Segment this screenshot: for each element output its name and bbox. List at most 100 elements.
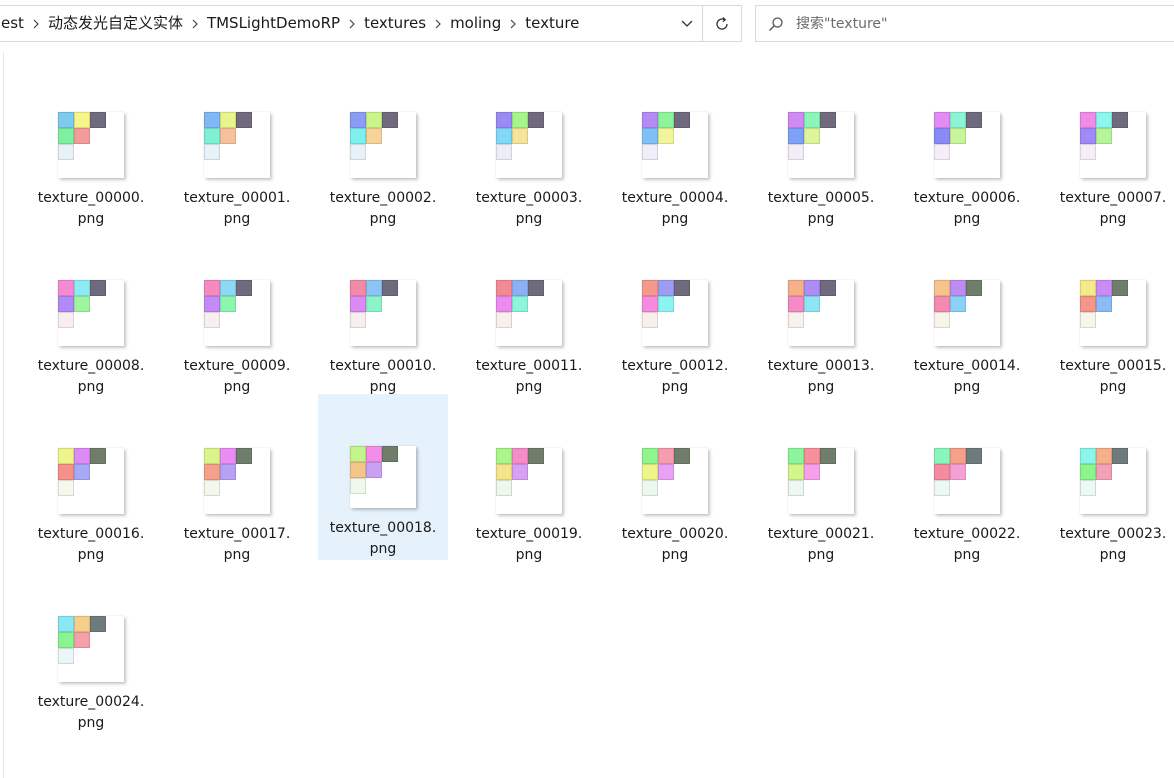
- thumbnail-swatch: [350, 296, 366, 312]
- file-item[interactable]: texture_00020. png: [610, 426, 740, 592]
- file-item[interactable]: texture_00000. png: [26, 90, 156, 256]
- file-item[interactable]: texture_00022. png: [902, 426, 1032, 592]
- thumbnail-swatch: [74, 632, 90, 648]
- thumbnail-swatch: [788, 480, 804, 496]
- file-item[interactable]: texture_00021. png: [756, 426, 886, 592]
- file-item[interactable]: texture_00008. png: [26, 258, 156, 424]
- thumbnail-swatch: [512, 112, 528, 128]
- file-name: texture_00022. png: [904, 524, 1030, 566]
- thumbnail-swatch: [350, 112, 366, 128]
- file-thumbnail: [58, 616, 124, 682]
- thumbnail-swatch: [204, 112, 220, 128]
- file-name: texture_00006. png: [904, 188, 1030, 230]
- file-name-line1: texture_00002.: [329, 190, 437, 206]
- thumbnail-swatch: [934, 448, 950, 464]
- file-name-line2: png: [807, 379, 835, 395]
- thumbnail-swatch: [74, 280, 90, 296]
- thumbnail-swatch: [496, 144, 512, 160]
- file-item[interactable]: texture_00017. png: [172, 426, 302, 592]
- thumbnail-swatch: [642, 144, 658, 160]
- thumbnail-swatch: [642, 464, 658, 480]
- thumbnail-swatch: [658, 448, 674, 464]
- thumbnail-swatch: [204, 448, 220, 464]
- file-name: texture_00017. png: [174, 524, 300, 566]
- file-item[interactable]: texture_00001. png: [172, 90, 302, 256]
- file-name-line1: texture_00020.: [621, 526, 729, 542]
- file-name-line1: texture_00021.: [767, 526, 875, 542]
- file-item[interactable]: texture_00003. png: [464, 90, 594, 256]
- file-item[interactable]: texture_00015.png: [1048, 258, 1174, 424]
- thumbnail-swatch: [58, 616, 74, 632]
- file-item[interactable]: texture_00023. png: [1048, 426, 1174, 592]
- file-item[interactable]: texture_00016. png: [26, 426, 156, 592]
- file-thumbnail: [204, 448, 270, 514]
- file-grid: texture_00000. png texture_00001. png textur…: [0, 0, 1174, 778]
- thumbnail-swatch: [528, 280, 544, 296]
- thumbnail-swatch: [820, 280, 836, 296]
- thumbnail-swatch: [496, 112, 512, 128]
- file-item[interactable]: texture_00012. png: [610, 258, 740, 424]
- thumbnail-swatch: [58, 632, 74, 648]
- file-item[interactable]: texture_00014. png: [902, 258, 1032, 424]
- thumbnail-swatch: [950, 448, 966, 464]
- thumbnail-swatch: [58, 112, 74, 128]
- file-thumbnail: [788, 448, 854, 514]
- thumbnail-swatch: [512, 448, 528, 464]
- file-item[interactable]: texture_00004. png: [610, 90, 740, 256]
- file-item[interactable]: texture_00009. png: [172, 258, 302, 424]
- thumbnail-swatch: [366, 112, 382, 128]
- file-item[interactable]: texture_00006. png: [902, 90, 1032, 256]
- file-name-line1: texture_00012.: [621, 358, 729, 374]
- file-thumbnail: [934, 448, 1000, 514]
- thumbnail-swatch: [350, 144, 366, 160]
- thumbnail-swatch: [236, 448, 252, 464]
- thumbnail-swatch: [804, 464, 820, 480]
- file-name-line2: png: [1099, 379, 1127, 395]
- file-item[interactable]: texture_00002. png: [318, 90, 448, 256]
- file-name: texture_00013. png: [758, 356, 884, 398]
- thumbnail-swatch: [382, 280, 398, 296]
- file-name-line2: png: [515, 211, 543, 227]
- file-name-line1: texture_00005.: [767, 190, 875, 206]
- file-item[interactable]: texture_00024. png: [26, 594, 156, 760]
- thumbnail-swatch: [658, 464, 674, 480]
- thumbnail-swatch: [788, 128, 804, 144]
- file-thumbnail: [58, 112, 124, 178]
- thumbnail-swatch: [1080, 296, 1096, 312]
- file-item[interactable]: texture_00011. png: [464, 258, 594, 424]
- thumbnail-swatch: [350, 478, 366, 494]
- file-item[interactable]: texture_00019. png: [464, 426, 594, 592]
- thumbnail-swatch: [382, 112, 398, 128]
- thumbnail-swatch: [934, 464, 950, 480]
- file-name-line2: png: [953, 547, 981, 563]
- thumbnail-swatch: [788, 112, 804, 128]
- thumbnail-swatch: [950, 112, 966, 128]
- file-item[interactable]: texture_00018. png: [318, 394, 448, 560]
- file-name: texture_00023. png: [1050, 524, 1174, 566]
- thumbnail-swatch: [642, 312, 658, 328]
- file-name: texture_00003. png: [466, 188, 592, 230]
- file-name-line2: png: [953, 211, 981, 227]
- file-name-line1: texture_00000.: [37, 190, 145, 206]
- thumbnail-swatch: [658, 280, 674, 296]
- file-item[interactable]: texture_00007. png: [1048, 90, 1174, 256]
- file-name: texture_00002. png: [320, 188, 446, 230]
- file-item[interactable]: texture_00005. png: [756, 90, 886, 256]
- thumbnail-swatch: [934, 280, 950, 296]
- thumbnail-swatch: [1080, 312, 1096, 328]
- thumbnail-swatch: [350, 280, 366, 296]
- file-name-line2: png: [223, 379, 251, 395]
- thumbnail-swatch: [74, 112, 90, 128]
- thumbnail-swatch: [220, 448, 236, 464]
- thumbnail-swatch: [788, 312, 804, 328]
- file-name-line1: texture_00015.: [1059, 358, 1167, 374]
- file-name-line2: png: [515, 379, 543, 395]
- thumbnail-swatch: [1080, 280, 1096, 296]
- file-item[interactable]: texture_00013. png: [756, 258, 886, 424]
- thumbnail-swatch: [950, 464, 966, 480]
- thumbnail-swatch: [74, 448, 90, 464]
- thumbnail-swatch: [966, 448, 982, 464]
- thumbnail-swatch: [90, 280, 106, 296]
- thumbnail-swatch: [220, 296, 236, 312]
- thumbnail-swatch: [934, 480, 950, 496]
